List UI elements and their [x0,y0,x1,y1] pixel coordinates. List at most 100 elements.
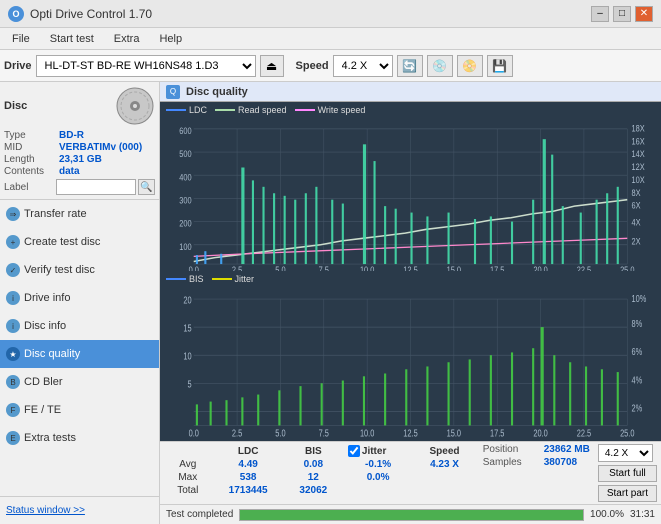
speed-select[interactable]: 4.2 X 2.0 X 1.0 X [333,55,393,77]
svg-text:20.0: 20.0 [533,265,548,270]
sidebar-item-drive-info[interactable]: i Drive info [0,284,159,312]
menu-help[interactable]: Help [151,31,190,47]
sidebar-item-disc-quality-label: Disc quality [24,348,80,360]
sidebar-item-disc-info[interactable]: i Disc info [0,312,159,340]
menu-start-test[interactable]: Start test [42,31,102,47]
create-test-disc-icon: + [6,235,20,249]
transfer-rate-icon: ⇒ [6,207,20,221]
svg-text:22.5: 22.5 [577,265,592,270]
verify-test-disc-icon: ✓ [6,263,20,277]
svg-text:5.0: 5.0 [275,427,285,438]
write-speed-legend: Write speed [295,105,366,115]
minimize-button[interactable]: – [591,6,609,22]
read-speed-legend-label: Read speed [238,105,287,115]
svg-text:4X: 4X [632,218,641,228]
disc-panel-header: Disc [4,86,155,126]
speed-dropdown[interactable]: 4.2 X [598,444,653,462]
status-bar: Status window >> [0,496,159,524]
sidebar-item-extra-tests-label: Extra tests [24,432,76,444]
sidebar-item-verify-test-disc-label: Verify test disc [24,264,95,276]
stats-bis-header: BIS [285,444,342,458]
start-full-button[interactable]: Start full [598,465,657,482]
close-button[interactable]: ✕ [635,6,653,22]
progress-bar-fill [240,510,583,520]
svg-text:16X: 16X [632,137,646,147]
jitter-legend-color [212,278,232,280]
label-search-button[interactable]: 🔍 [138,179,155,195]
svg-text:20.0: 20.0 [533,427,548,438]
bottom-chart-canvas: 20 15 10 5 10% 8% 6% 4% 2% 0.0 [162,285,659,440]
svg-text:8X: 8X [632,188,641,198]
svg-text:10: 10 [183,350,191,361]
position-value: 23862 MB [544,444,590,455]
top-chart-wrapper: LDC Read speed Write speed [162,104,659,271]
svg-text:17.5: 17.5 [490,427,505,438]
start-part-button[interactable]: Start part [598,485,657,502]
sidebar-item-cd-bler-label: CD Bler [24,376,63,388]
title-bar-left: O Opti Drive Control 1.70 [8,6,152,22]
drive-select[interactable]: HL-DT-ST BD-RE WH16NS48 1.D3 [36,55,256,77]
svg-text:200: 200 [179,219,192,229]
sidebar-item-create-test-disc-label: Create test disc [24,236,100,248]
disc-quality-header: Q Disc quality [160,82,661,102]
position-row: Position 23862 MB [483,444,590,455]
stats-table: LDC BIS Jitter Speed Avg 4.49 [164,444,475,502]
bottom-chart-wrapper: BIS Jitter [162,273,659,440]
sidebar-item-verify-test-disc[interactable]: ✓ Verify test disc [0,256,159,284]
ldc-legend: LDC [166,105,207,115]
stats-samples-label [414,484,474,497]
disc-label-row: Label 🔍 [4,179,155,195]
svg-text:4%: 4% [632,374,643,385]
sidebar-item-disc-info-label: Disc info [24,320,66,332]
disc-type-row: Type BD-R [4,130,155,141]
write-speed-legend-color [295,109,315,111]
sidebar-item-transfer-rate[interactable]: ⇒ Transfer rate [0,200,159,228]
jitter-checkbox[interactable] [348,445,360,457]
svg-text:7.5: 7.5 [319,427,329,438]
title-bar: O Opti Drive Control 1.70 – □ ✕ [0,0,661,28]
stats-avg-label: Avg [164,458,212,471]
svg-text:18X: 18X [632,124,646,134]
label-input[interactable] [56,179,136,195]
status-window-button[interactable]: Status window >> [6,505,85,516]
toolbar: Drive HL-DT-ST BD-RE WH16NS48 1.D3 ⏏ Spe… [0,50,661,82]
maximize-button[interactable]: □ [613,6,631,22]
svg-text:0.0: 0.0 [189,265,200,270]
disc-contents-row: Contents data [4,166,155,177]
disc-info-icon: i [6,319,20,333]
svg-text:2X: 2X [632,237,641,247]
sidebar-item-fe-te[interactable]: F FE / TE [0,396,159,424]
disc2-button[interactable]: 📀 [457,55,483,77]
eject-button[interactable]: ⏏ [260,55,284,77]
refresh-button[interactable]: 🔄 [397,55,423,77]
sidebar-item-create-test-disc[interactable]: + Create test disc [0,228,159,256]
status-completed-label: Test completed [166,509,233,520]
stats-max-bis: 12 [285,471,342,484]
sidebar-item-extra-tests[interactable]: E Extra tests [0,424,159,452]
svg-text:5.0: 5.0 [275,265,286,270]
samples-value: 380708 [544,457,577,468]
menu-extra[interactable]: Extra [106,31,148,47]
read-speed-legend-color [215,109,235,111]
save-button[interactable]: 💾 [487,55,513,77]
stats-avg-jitter: -0.1% [342,458,414,471]
svg-text:600: 600 [179,126,192,136]
svg-text:20: 20 [183,294,191,305]
stats-area: LDC BIS Jitter Speed Avg 4.49 [160,441,661,504]
menu-file[interactable]: File [4,31,38,47]
disc-type-value: BD-R [59,130,84,141]
charts-container: LDC Read speed Write speed [160,102,661,441]
sidebar-item-cd-bler[interactable]: B CD Bler [0,368,159,396]
svg-text:12.5: 12.5 [403,265,418,270]
stats-ldc-header: LDC [212,444,285,458]
svg-text:10X: 10X [632,175,646,185]
sidebar-item-disc-quality[interactable]: ★ Disc quality [0,340,159,368]
jitter-legend-label: Jitter [235,274,255,284]
disc-contents-value: data [59,166,80,177]
svg-text:22.5: 22.5 [577,427,592,438]
disc-length-row: Length 23,31 GB [4,154,155,165]
disc-length-value: 23,31 GB [59,154,102,165]
disc-button[interactable]: 💿 [427,55,453,77]
status-time: 31:31 [630,509,655,520]
stats-empty-header [164,444,212,458]
